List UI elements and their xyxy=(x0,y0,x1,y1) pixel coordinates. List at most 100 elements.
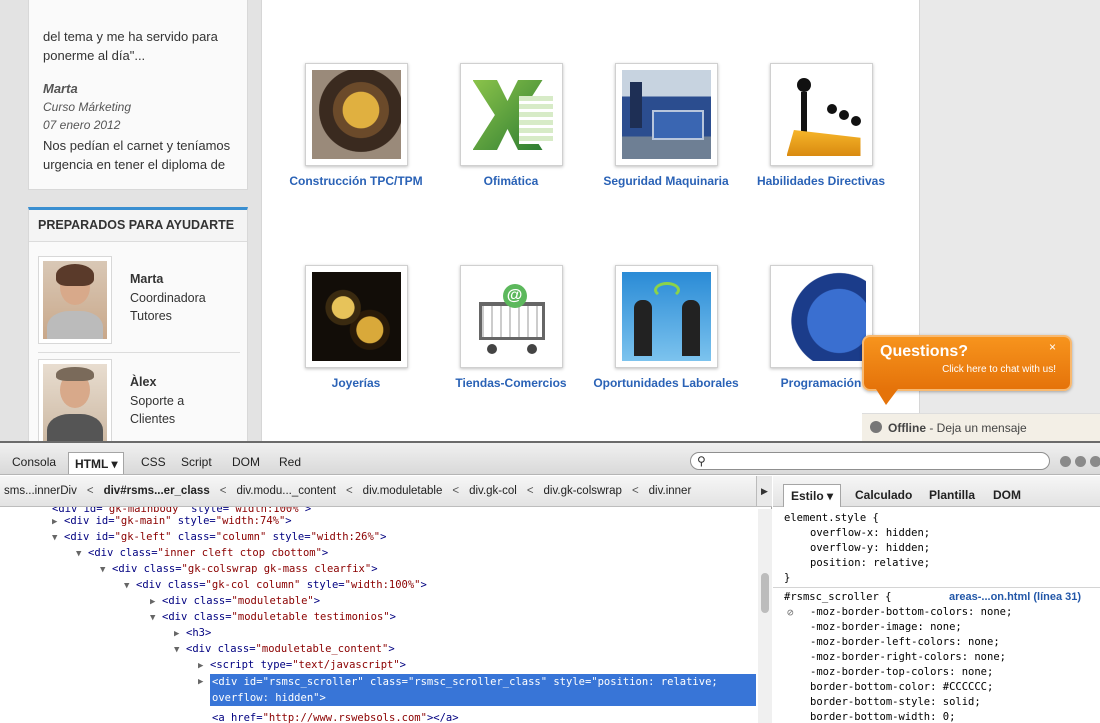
tab-dom-side[interactable]: DOM xyxy=(986,484,1028,507)
course-label[interactable]: Habilidades Directivas xyxy=(741,174,901,188)
tree-node[interactable]: ▶ <script type="text/javascript"> xyxy=(198,657,406,673)
chat-offline-bar[interactable]: Offline - Deja un mensaje xyxy=(862,413,1100,441)
member-info: Marta Coordinadora Tutores xyxy=(130,270,206,326)
breadcrumb: sms...innerDiv < div#rsms...er_class < div.m… xyxy=(0,476,772,507)
course-label[interactable]: Joyerías xyxy=(276,376,436,390)
course-label[interactable]: Ofimática xyxy=(431,174,591,188)
detach-icon[interactable] xyxy=(1075,456,1086,467)
tab-html[interactable]: HTML ▾ xyxy=(68,452,125,474)
tab-script[interactable]: Script xyxy=(175,451,218,473)
collapse-icon: ▼ xyxy=(52,533,58,543)
testimonial-box: del tema y me ha servido para ponerme al… xyxy=(28,0,248,190)
course-label[interactable]: Seguridad Maquinaria xyxy=(586,174,746,188)
construction-helmet-image[interactable] xyxy=(304,63,408,166)
tree-node[interactable]: ▼ <div class="moduletable testimonios"> xyxy=(150,609,396,625)
tab-css[interactable]: CSS xyxy=(135,451,172,473)
collapse-icon: ▼ xyxy=(174,645,180,655)
close-icon[interactable]: × xyxy=(1049,340,1056,354)
tree-node[interactable]: ▼ <div class="gk-col column" style="width… xyxy=(124,577,427,593)
course-tiendas-comercios[interactable]: @ Tiendas-Comercios xyxy=(431,265,591,390)
sidebar: del tema y me ha servido para ponerme al… xyxy=(0,0,262,441)
machinery-image[interactable] xyxy=(614,63,718,166)
business-people-image[interactable] xyxy=(614,265,718,368)
tree-node[interactable]: ▼ <div class="moduletable_content"> xyxy=(174,641,395,657)
tab-plantilla[interactable]: Plantilla xyxy=(922,484,982,507)
course-ofimatica[interactable]: Ofimática xyxy=(431,63,591,188)
css-property[interactable]: -moz-border-top-colors: none; xyxy=(810,665,993,680)
jewelry-rings-image[interactable] xyxy=(304,265,408,368)
tree-node[interactable]: ▼ <div id="gk-left" class="column" style=… xyxy=(52,529,386,545)
leadership-figures-image[interactable] xyxy=(769,63,873,166)
breadcrumb-item[interactable]: div.gk-col xyxy=(465,476,521,506)
offline-message: - Deja un mensaje xyxy=(926,421,1027,435)
css-source-link[interactable]: areas-...on.html (línea 31) xyxy=(949,590,1081,605)
css-property[interactable]: border-bottom-style: solid; xyxy=(810,695,981,710)
css-property[interactable]: -moz-border-left-colors: none; xyxy=(810,635,1000,650)
css-property[interactable]: overflow-y: hidden; xyxy=(810,541,930,556)
breadcrumb-item[interactable]: div.gk-colswrap xyxy=(540,476,626,506)
css-property[interactable]: -moz-border-bottom-colors: none; xyxy=(810,605,1012,620)
breadcrumb-item-selected[interactable]: div#rsms...er_class xyxy=(100,476,214,506)
testimonial-date: 07 enero 2012 xyxy=(43,118,121,132)
close-icon[interactable] xyxy=(1090,456,1100,467)
css-selector[interactable]: element.style { xyxy=(784,511,879,526)
disable-property-icon[interactable]: ⊘ xyxy=(787,605,794,620)
tree-node[interactable]: <a href="http://www.rswebsols.com"></a> xyxy=(212,710,459,723)
breadcrumb-item[interactable]: div.inner xyxy=(645,476,696,506)
devtools-search-input[interactable]: ⚲ xyxy=(690,452,1050,470)
css-property[interactable]: -moz-border-image: none; xyxy=(810,620,962,635)
breadcrumb-item[interactable]: div.modu..._content xyxy=(232,476,340,506)
course-habilidades-directivas[interactable]: Habilidades Directivas xyxy=(741,63,901,188)
css-rule-header: #rsmsc_scroller { areas-...on.html (líne… xyxy=(784,590,1100,605)
course-construccion[interactable]: Construcción TPC/TPM xyxy=(276,63,436,188)
css-selector[interactable]: #rsmsc_scroller { xyxy=(784,591,891,603)
rule-divider xyxy=(773,587,1100,588)
testimonial-author: Marta xyxy=(43,81,78,96)
css-property[interactable]: position: relative; xyxy=(810,556,930,571)
tab-dom[interactable]: DOM xyxy=(226,451,266,473)
quote-line: Nos pedían el carnet y teníamos xyxy=(43,138,231,153)
breadcrumb-item[interactable]: div.moduletable xyxy=(359,476,447,506)
binary-globe-image[interactable] xyxy=(769,265,873,368)
css-property[interactable]: -moz-border-right-colors: none; xyxy=(810,650,1006,665)
tree-node[interactable]: ▼ <div class="inner cleft ctop cbottom"> xyxy=(76,545,328,561)
breadcrumb-separator: < xyxy=(631,485,639,497)
tree-node[interactable]: ▼ <div class="gk-colswrap gk-mass clearfi… xyxy=(100,561,378,577)
chat-subtitle: Click here to chat with us! xyxy=(942,364,1056,375)
course-label[interactable]: Tiendas-Comercios xyxy=(431,376,591,390)
tree-node-selected[interactable]: overflow: hidden"> xyxy=(210,690,756,706)
course-label[interactable]: Construcción TPC/TPM xyxy=(276,174,436,188)
tree-node[interactable]: ▶ <h3> xyxy=(174,625,211,641)
tab-estilo[interactable]: Estilo ▾ xyxy=(783,484,842,507)
tree-node[interactable]: ▶ <div class="moduletable"> xyxy=(150,593,320,609)
html-panel: sms...innerDiv < div#rsms...er_class < div.m… xyxy=(0,476,772,723)
shopping-cart-image[interactable]: @ xyxy=(459,265,563,368)
course-seguridad-maquinaria[interactable]: Seguridad Maquinaria xyxy=(586,63,746,188)
html-scrollbar[interactable] xyxy=(758,509,772,723)
course-oportunidades-laborales[interactable]: Oportunidades Laborales xyxy=(586,265,746,390)
chat-bubble[interactable]: Questions? × Click here to chat with us! xyxy=(862,335,1072,391)
team-box: PREPARADOS PARA AYUDARTE Marta Coordinad… xyxy=(28,207,248,441)
tab-red[interactable]: Red xyxy=(273,451,307,473)
css-property[interactable]: overflow-x: hidden; xyxy=(810,526,930,541)
css-property[interactable]: border-bottom-width: 0; xyxy=(810,710,955,723)
collapse-icon: ▼ xyxy=(76,549,82,559)
member-photo xyxy=(38,256,112,344)
breadcrumb-separator: < xyxy=(345,485,353,497)
tab-calculado[interactable]: Calculado xyxy=(848,484,919,507)
expand-icon[interactable]: ▶ xyxy=(198,674,210,690)
tree-node[interactable]: ▶ <div id="gk-main" style="width:74%"> xyxy=(52,513,292,529)
excel-logo-image[interactable] xyxy=(459,63,563,166)
breadcrumb-more-icon[interactable]: ▶ xyxy=(756,476,772,506)
tab-consola[interactable]: Consola xyxy=(6,451,62,473)
breadcrumb-item[interactable]: sms...innerDiv xyxy=(0,476,81,506)
offline-icon xyxy=(870,421,882,433)
scrollbar-thumb[interactable] xyxy=(761,573,769,613)
member-role: Coordinadora xyxy=(130,290,206,305)
tree-node-selected[interactable]: <div id="rsmsc_scroller" class="rsmsc_sc… xyxy=(210,674,756,690)
css-property[interactable]: border-bottom-color: #CCCCCC; xyxy=(810,680,993,695)
collapse-icon: ▼ xyxy=(150,613,156,623)
minimize-icon[interactable] xyxy=(1060,456,1071,467)
course-joyerias[interactable]: Joyerías xyxy=(276,265,436,390)
course-label[interactable]: Oportunidades Laborales xyxy=(586,376,746,390)
